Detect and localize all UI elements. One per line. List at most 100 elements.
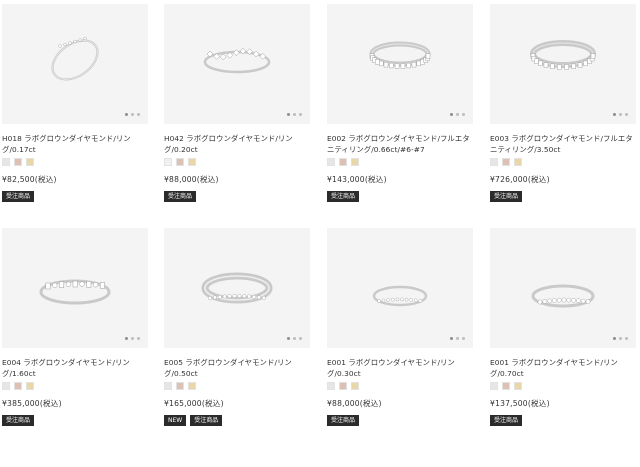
color-swatch[interactable] (26, 158, 34, 166)
color-swatches (2, 382, 152, 390)
ring-image (201, 272, 273, 304)
carousel-dot[interactable] (299, 337, 302, 340)
product-price: ¥88,000(税込) (327, 399, 382, 408)
carousel-dot[interactable] (299, 113, 302, 116)
product-card[interactable]: E003 ラボグロウンダイヤモンド/フルエタニティリング/3.50ct ¥726,… (490, 4, 640, 202)
product-price: ¥137,500(税込) (490, 399, 550, 408)
color-swatch[interactable] (188, 382, 196, 390)
color-swatch[interactable] (351, 382, 359, 390)
carousel-dot[interactable] (613, 113, 616, 116)
color-swatch[interactable] (2, 382, 10, 390)
product-image[interactable] (327, 4, 473, 124)
carousel-dot[interactable] (456, 113, 459, 116)
product-image[interactable] (164, 228, 310, 348)
carousel-dot[interactable] (619, 113, 622, 116)
color-swatch[interactable] (188, 158, 196, 166)
carousel-dot[interactable] (137, 337, 140, 340)
color-swatch[interactable] (490, 382, 498, 390)
carousel-dot[interactable] (293, 113, 296, 116)
color-swatches (164, 158, 314, 166)
product-card[interactable]: E001 ラボグロウンダイヤモンド/リング/0.70ct ¥137,500(税込)… (490, 228, 640, 426)
color-swatch[interactable] (164, 382, 172, 390)
carousel-dot[interactable] (450, 337, 453, 340)
product-card[interactable]: E004 ラボグロウンダイヤモンド/リング/1.60ct ¥385,000(税込)… (2, 228, 152, 426)
product-card[interactable]: E002 ラボグロウンダイヤモンド/フルエタニティリング/0.66ct/#6-#… (327, 4, 477, 202)
carousel-dots (450, 113, 465, 116)
ring-image (203, 47, 271, 74)
product-title[interactable]: E001 ラボグロウンダイヤモンド/リング/0.70ct (490, 357, 640, 379)
color-swatch[interactable] (502, 382, 510, 390)
product-image[interactable] (2, 228, 148, 348)
product-grid: H018 ラボグロウンダイヤモンド/リング/0.17ct ¥82,500(税込) 受… (0, 0, 640, 467)
color-swatch[interactable] (327, 382, 335, 390)
color-swatch[interactable] (490, 158, 498, 166)
carousel-dot[interactable] (462, 337, 465, 340)
ring-image (531, 284, 595, 308)
color-swatch[interactable] (339, 158, 347, 166)
carousel-dots (125, 113, 140, 116)
ring-image (51, 36, 99, 81)
product-badges: 受注商品 (2, 191, 152, 202)
color-swatch[interactable] (14, 382, 22, 390)
carousel-dot[interactable] (293, 337, 296, 340)
ring-image (39, 279, 111, 305)
color-swatch[interactable] (14, 158, 22, 166)
product-card[interactable]: E005 ラボグロウンダイヤモンド/リング/0.50ct ¥165,000(税込)… (164, 228, 314, 426)
product-badges: 受注商品 (327, 191, 477, 202)
product-card[interactable]: H018 ラボグロウンダイヤモンド/リング/0.17ct ¥82,500(税込) 受… (2, 4, 152, 202)
color-swatches (490, 158, 640, 166)
carousel-dot[interactable] (131, 113, 134, 116)
carousel-dot[interactable] (625, 113, 628, 116)
color-swatches (164, 382, 314, 390)
product-title[interactable]: E002 ラボグロウンダイヤモンド/フルエタニティリング/0.66ct/#6-#… (327, 133, 477, 155)
carousel-dot[interactable] (456, 337, 459, 340)
product-image[interactable] (490, 4, 636, 124)
color-swatch[interactable] (26, 382, 34, 390)
carousel-dot[interactable] (613, 337, 616, 340)
color-swatch[interactable] (339, 382, 347, 390)
product-card[interactable]: E001 ラボグロウンダイヤモンド/リング/0.30ct ¥88,000(税込) 受… (327, 228, 477, 426)
carousel-dot[interactable] (450, 113, 453, 116)
color-swatch[interactable] (176, 382, 184, 390)
color-swatch[interactable] (514, 158, 522, 166)
carousel-dot[interactable] (287, 113, 290, 116)
product-image[interactable] (2, 4, 148, 124)
color-swatch[interactable] (2, 158, 10, 166)
color-swatch[interactable] (176, 158, 184, 166)
product-price: ¥726,000(税込) (490, 175, 550, 184)
product-title[interactable]: H018 ラボグロウンダイヤモンド/リング/0.17ct (2, 133, 152, 155)
carousel-dot[interactable] (619, 337, 622, 340)
color-swatch[interactable] (514, 382, 522, 390)
ring-image (372, 285, 428, 307)
color-swatch[interactable] (351, 158, 359, 166)
product-image[interactable] (164, 4, 310, 124)
carousel-dot[interactable] (125, 113, 128, 116)
color-swatch[interactable] (327, 158, 335, 166)
product-title[interactable]: E004 ラボグロウンダイヤモンド/リング/1.60ct (2, 357, 152, 379)
order-item-badge: 受注商品 (327, 191, 360, 202)
carousel-dot[interactable] (625, 337, 628, 340)
product-badges: 受注商品 (2, 415, 152, 426)
carousel-dot[interactable] (125, 337, 128, 340)
product-title[interactable]: H042 ラボグロウンダイヤモンド/リング/0.20ct (164, 133, 314, 155)
product-image[interactable] (490, 228, 636, 348)
order-item-badge: 受注商品 (2, 191, 35, 202)
product-title[interactable]: E001 ラボグロウンダイヤモンド/リング/0.30ct (327, 357, 477, 379)
product-title[interactable]: E005 ラボグロウンダイヤモンド/リング/0.50ct (164, 357, 314, 379)
order-item-badge: 受注商品 (164, 191, 197, 202)
ring-image (369, 41, 431, 69)
product-price: ¥165,000(税込) (164, 399, 224, 408)
ring-image (530, 40, 596, 70)
carousel-dot[interactable] (462, 113, 465, 116)
carousel-dots (450, 337, 465, 340)
color-swatch[interactable] (502, 158, 510, 166)
carousel-dot[interactable] (131, 337, 134, 340)
color-swatches (327, 382, 477, 390)
product-image[interactable] (327, 228, 473, 348)
product-card[interactable]: H042 ラボグロウンダイヤモンド/リング/0.20ct ¥88,000(税込) 受… (164, 4, 314, 202)
carousel-dot[interactable] (287, 337, 290, 340)
product-title[interactable]: E003 ラボグロウンダイヤモンド/フルエタニティリング/3.50ct (490, 133, 640, 155)
color-swatch[interactable] (164, 158, 172, 166)
carousel-dot[interactable] (137, 113, 140, 116)
color-swatches (327, 158, 477, 166)
